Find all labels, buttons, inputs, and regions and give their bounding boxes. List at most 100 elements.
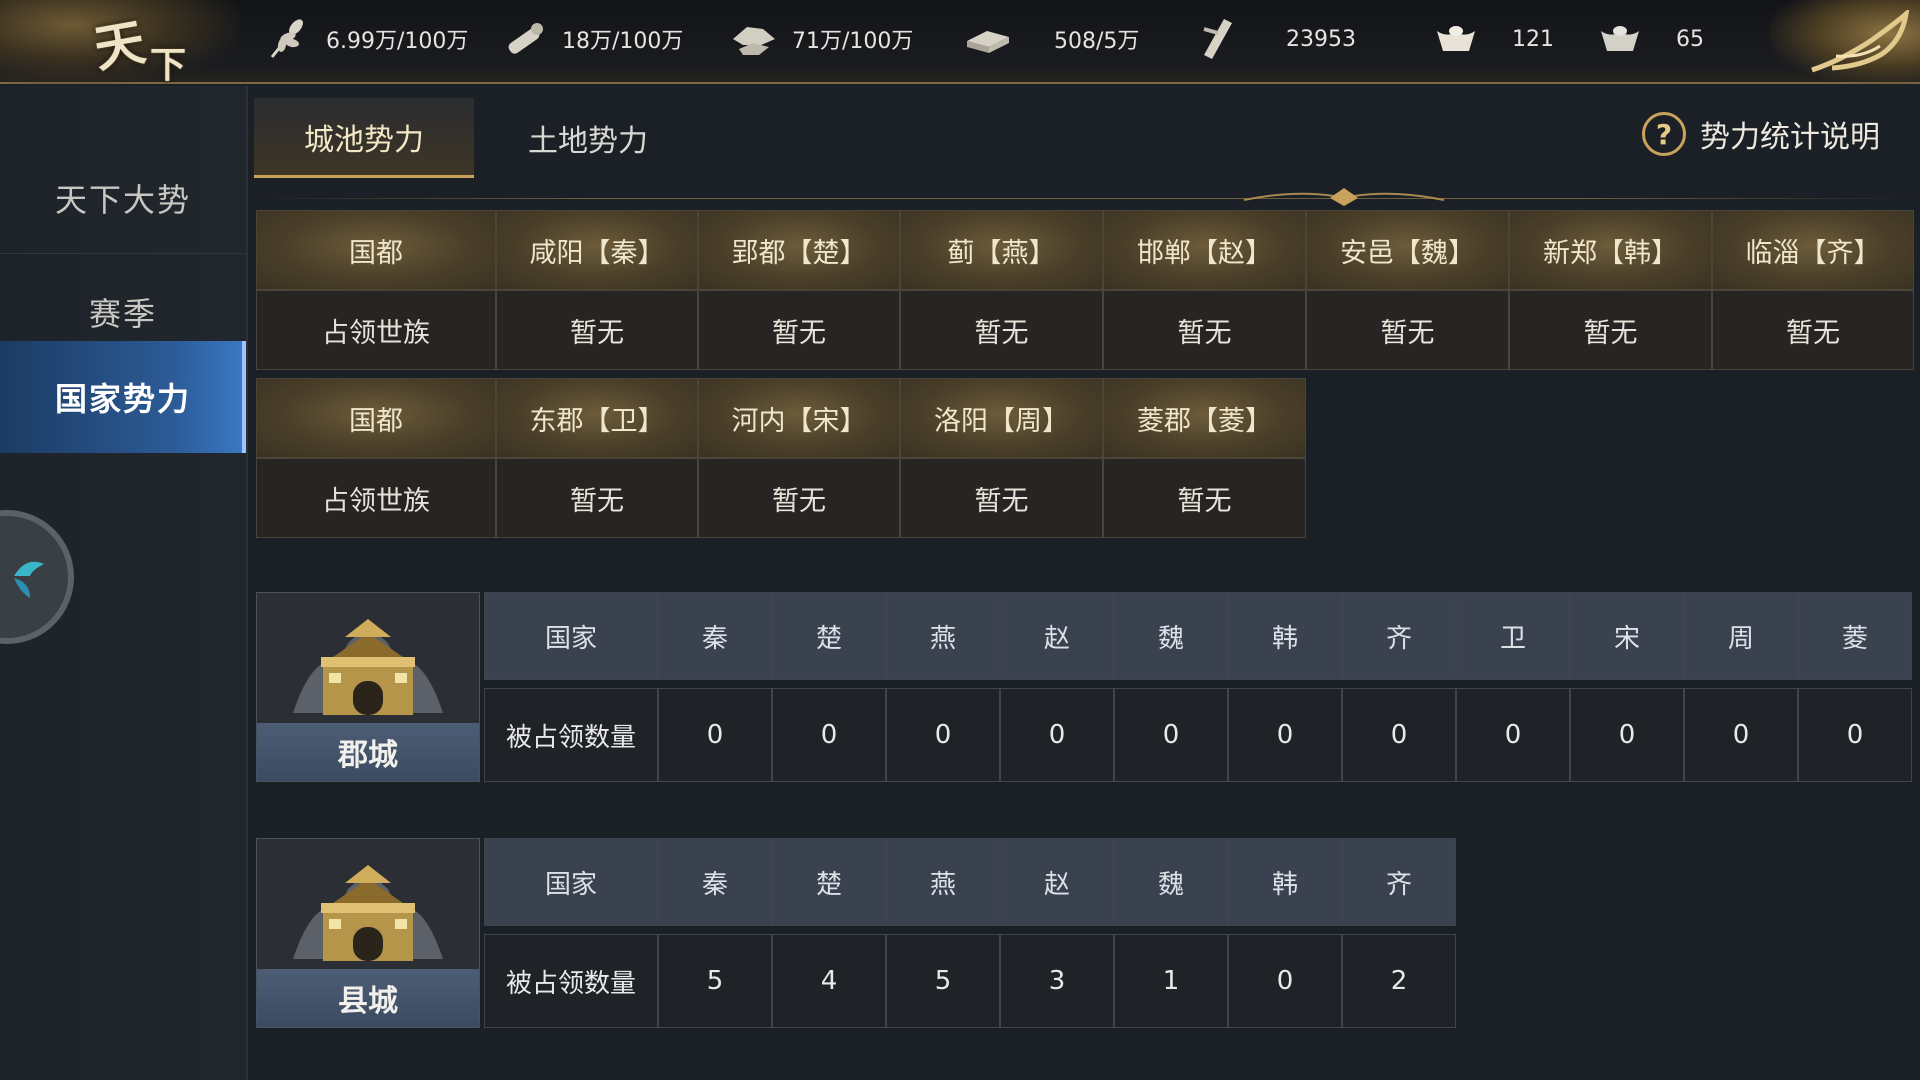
state-name: 宋 <box>1570 592 1684 680</box>
capital-name: 蓟【燕】 <box>900 210 1103 290</box>
resource-gold-value: 121 <box>1512 26 1554 52</box>
city-gate-icon <box>257 593 479 723</box>
occupied-count-label: 被占领数量 <box>484 688 658 782</box>
state-name: 齐 <box>1342 592 1456 680</box>
occupied-count-label: 被占领数量 <box>484 934 658 1028</box>
game-logo[interactable]: 天 下 <box>0 0 240 86</box>
sidebar-item-label: 赛季 <box>88 294 157 333</box>
sidebar-item-world-trend[interactable]: 天下大势 <box>0 142 246 254</box>
city-gate-icon <box>257 839 479 969</box>
commandery-label: 郡城 <box>257 723 479 781</box>
occupied-count: 0 <box>1456 688 1570 782</box>
state-name: 赵 <box>1000 592 1114 680</box>
occupied-count: 0 <box>1000 688 1114 782</box>
capital-owner: 暂无 <box>900 458 1103 538</box>
occupied-count: 4 <box>772 934 886 1028</box>
wood-icon <box>498 13 550 65</box>
occupied-count: 0 <box>1228 934 1342 1028</box>
sidebar-item-label: 天下大势 <box>54 180 191 219</box>
capital-name: 新郑【韩】 <box>1509 210 1712 290</box>
capital-owner: 暂无 <box>496 458 698 538</box>
corner-ornament <box>1770 0 1920 84</box>
sidebar-item-national-power[interactable]: 国家势力 <box>0 341 246 453</box>
resource-decree-value: 23953 <box>1286 26 1356 52</box>
state-name: 齐 <box>1342 838 1456 926</box>
state-name: 韩 <box>1228 592 1342 680</box>
capital-owner: 暂无 <box>1712 290 1914 370</box>
resource-stone-value: 71万/100万 <box>792 29 914 54</box>
county-card: 县城 <box>256 838 480 1028</box>
capital-name: 洛阳【周】 <box>900 378 1103 458</box>
resource-decree: 23953 <box>1192 0 1356 78</box>
occupied-count: 0 <box>1342 688 1456 782</box>
occupied-count: 0 <box>1114 688 1228 782</box>
capital-row-header: 国都 <box>256 378 496 458</box>
state-name: 秦 <box>658 838 772 926</box>
occupied-count: 0 <box>1570 688 1684 782</box>
occupied-count: 1 <box>1114 934 1228 1028</box>
capital-name: 东郡【卫】 <box>496 378 698 458</box>
section-divider <box>254 188 1914 206</box>
capital-name: 安邑【魏】 <box>1306 210 1509 290</box>
capital-owner: 暂无 <box>496 290 698 370</box>
commandery-card: 郡城 <box>256 592 480 782</box>
occupied-count: 0 <box>772 688 886 782</box>
state-header-label: 国家 <box>484 838 658 926</box>
tab-city-power[interactable]: 城池势力 <box>254 98 474 178</box>
tab-label: 城池势力 <box>304 122 424 158</box>
question-icon: ? <box>1642 112 1686 156</box>
state-name: 周 <box>1684 592 1798 680</box>
sidebar-item-label: 国家势力 <box>54 380 191 418</box>
capital-owner: 暂无 <box>1509 290 1712 370</box>
state-name: 赵 <box>1000 838 1114 926</box>
capital-name: 临淄【齐】 <box>1712 210 1914 290</box>
capital-name: 郢都【楚】 <box>698 210 900 290</box>
capital-owner: 暂无 <box>1306 290 1509 370</box>
capital-name: 咸阳【秦】 <box>496 210 698 290</box>
occupied-count: 0 <box>1228 688 1342 782</box>
occupied-count: 2 <box>1342 934 1456 1028</box>
tab-land-power[interactable]: 土地势力 <box>478 98 698 178</box>
county-label: 县城 <box>257 969 479 1027</box>
occupied-count: 0 <box>658 688 772 782</box>
capital-owner: 暂无 <box>1103 290 1306 370</box>
iron-icon <box>962 13 1014 65</box>
decree-icon <box>1192 13 1244 65</box>
capital-row-header: 国都 <box>256 210 496 290</box>
resource-bar: 天 下 6.99万/100万 18万/100万 71万/100万 508/5万 … <box>0 0 1920 86</box>
resource-silver[interactable]: 65 <box>1594 0 1704 78</box>
power-stats-help-button[interactable]: ? 势力统计说明 <box>1642 102 1880 166</box>
occupied-count: 0 <box>1798 688 1912 782</box>
stone-icon <box>728 13 780 65</box>
occupier-row-header: 占领世族 <box>256 458 496 538</box>
capital-owner: 暂无 <box>698 290 900 370</box>
state-name: 韩 <box>1228 838 1342 926</box>
state-name: 魏 <box>1114 592 1228 680</box>
resource-iron: 508/5万 <box>962 0 1139 78</box>
occupied-count: 3 <box>1000 934 1114 1028</box>
occupier-row-header: 占领世族 <box>256 290 496 370</box>
capital-owner: 暂无 <box>698 458 900 538</box>
resource-food-value: 6.99万/100万 <box>326 29 469 54</box>
state-name: 菱 <box>1798 592 1912 680</box>
divider-ornament <box>1243 188 1445 206</box>
state-header-label: 国家 <box>484 592 658 680</box>
resource-stone: 71万/100万 <box>728 0 913 78</box>
state-name: 秦 <box>658 592 772 680</box>
resource-iron-value: 508/5万 <box>1054 29 1140 54</box>
resource-gold[interactable]: 121 <box>1430 0 1554 78</box>
capital-owner: 暂无 <box>1103 458 1306 538</box>
resource-wood: 18万/100万 <box>498 0 683 78</box>
silver-ingot-icon <box>1594 13 1646 65</box>
resource-wood-value: 18万/100万 <box>562 29 684 54</box>
state-name: 楚 <box>772 592 886 680</box>
capital-name: 河内【宋】 <box>698 378 900 458</box>
state-name: 燕 <box>886 838 1000 926</box>
capital-name: 菱郡【菱】 <box>1103 378 1306 458</box>
resource-silver-value: 65 <box>1676 26 1704 52</box>
pinwheel-icon <box>14 561 44 598</box>
capital-owner: 暂无 <box>900 290 1103 370</box>
occupied-count: 0 <box>1684 688 1798 782</box>
gold-ingot-icon <box>1430 13 1482 65</box>
state-name: 卫 <box>1456 592 1570 680</box>
